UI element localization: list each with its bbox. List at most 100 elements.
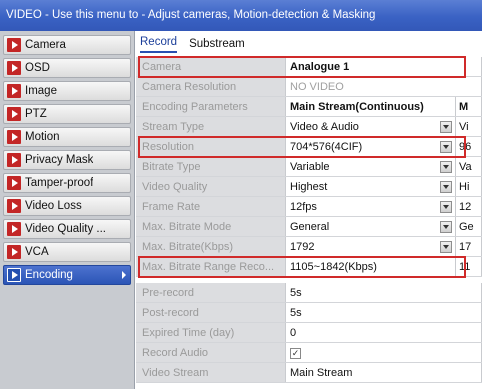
video-quality-select[interactable]: Highest xyxy=(286,177,456,196)
sidebar-item-label: Tamper-proof xyxy=(25,177,94,189)
sidebar-item-label: VCA xyxy=(25,246,49,258)
max-bitrate-select[interactable]: 1792 xyxy=(286,237,456,256)
chevron-down-icon[interactable] xyxy=(440,221,452,233)
window-title: VIDEO - Use this menu to - Adjust camera… xyxy=(0,0,482,31)
camera-select[interactable]: Analogue 1 xyxy=(286,57,482,76)
row-frame-rate: Frame Rate 12fps 12 xyxy=(136,197,482,217)
sidebar-item-osd[interactable]: OSD xyxy=(3,58,131,78)
sidebar-item-image[interactable]: Image xyxy=(3,81,131,101)
tab-bar: Record Substream xyxy=(136,31,482,53)
row-max-bitrate-range: Max. Bitrate Range Reco... 1105~1842(Kbp… xyxy=(136,256,482,278)
frame-rate-label: Frame Rate xyxy=(136,197,286,216)
sidebar-item-label: Privacy Mask xyxy=(25,154,94,166)
row-expired-time: Expired Time (day) 0 xyxy=(136,323,482,343)
chevron-right-icon xyxy=(7,107,21,121)
video-quality-label: Video Quality xyxy=(136,177,286,196)
record-audio-checkbox[interactable]: ✓ xyxy=(290,348,301,359)
sidebar-item-ptz[interactable]: PTZ xyxy=(3,104,131,124)
sidebar-item-camera[interactable]: Camera xyxy=(3,35,131,55)
chevron-right-icon xyxy=(7,130,21,144)
sidebar-item-label: Camera xyxy=(25,39,66,51)
tab-substream[interactable]: Substream xyxy=(189,38,245,53)
expired-time-input[interactable]: 0 xyxy=(286,323,482,342)
bitrate-type-label: Bitrate Type xyxy=(136,157,286,176)
post-record-label: Post-record xyxy=(136,303,286,322)
resolution-select[interactable]: 704*576(4CIF) xyxy=(286,137,456,156)
chevron-right-icon xyxy=(7,176,21,190)
caret-right-icon xyxy=(122,271,126,279)
bitrate-type-select[interactable]: Variable xyxy=(286,157,456,176)
encoding-parameters-label: Encoding Parameters xyxy=(136,97,286,116)
video-stream-select[interactable]: Main Stream xyxy=(286,363,482,382)
expired-time-label: Expired Time (day) xyxy=(136,323,286,342)
video-stream-label: Video Stream xyxy=(136,363,286,382)
resolution-label: Resolution xyxy=(136,137,286,156)
chevron-down-icon[interactable] xyxy=(440,121,452,133)
chevron-right-icon xyxy=(7,153,21,167)
row-video-quality: Video Quality Highest Hi xyxy=(136,177,482,197)
sidebar-item-label: Motion xyxy=(25,131,60,143)
video-quality-extra[interactable]: Hi xyxy=(456,177,482,196)
encoding-form: Camera Analogue 1 Camera Resolution NO V… xyxy=(136,56,482,383)
max-bitrate-mode-select[interactable]: General xyxy=(286,217,456,236)
camera-resolution-label: Camera Resolution xyxy=(136,77,286,96)
sidebar-item-privacy-mask[interactable]: Privacy Mask xyxy=(3,150,131,170)
chevron-right-icon xyxy=(7,222,21,236)
frame-rate-extra[interactable]: 12 xyxy=(456,197,482,216)
row-camera: Camera Analogue 1 xyxy=(136,56,482,78)
chevron-right-icon xyxy=(7,245,21,259)
resolution-extra[interactable]: 96 xyxy=(456,137,482,156)
chevron-right-icon xyxy=(7,61,21,75)
stream-type-extra[interactable]: Vi xyxy=(456,117,482,136)
row-video-stream: Video Stream Main Stream xyxy=(136,363,482,383)
row-stream-type: Stream Type Video & Audio Vi xyxy=(136,117,482,137)
encoding-parameters-main: Main Stream(Continuous) xyxy=(286,97,456,116)
sidebar-item-video-quality[interactable]: Video Quality ... xyxy=(3,219,131,239)
pre-record-select[interactable]: 5s xyxy=(286,283,482,302)
sidebar: Camera OSD Image PTZ Motion Privacy Mask… xyxy=(0,31,135,389)
row-max-bitrate-mode: Max. Bitrate Mode General Ge xyxy=(136,217,482,237)
chevron-right-icon xyxy=(7,268,21,282)
sidebar-item-tamper-proof[interactable]: Tamper-proof xyxy=(3,173,131,193)
camera-resolution-value: NO VIDEO xyxy=(286,77,482,96)
max-bitrate-extra[interactable]: 17 xyxy=(456,237,482,256)
max-bitrate-mode-extra[interactable]: Ge xyxy=(456,217,482,236)
post-record-select[interactable]: 5s xyxy=(286,303,482,322)
chevron-down-icon[interactable] xyxy=(440,161,452,173)
stream-type-value: Video & Audio xyxy=(290,121,359,133)
frame-rate-select[interactable]: 12fps xyxy=(286,197,456,216)
sidebar-item-label: Encoding xyxy=(25,269,73,281)
sidebar-item-label: Video Quality ... xyxy=(25,223,106,235)
main-panel: Record Substream Camera Analogue 1 Camer… xyxy=(136,31,482,389)
row-max-bitrate: Max. Bitrate(Kbps) 1792 17 xyxy=(136,237,482,257)
row-encoding-parameters: Encoding Parameters Main Stream(Continuo… xyxy=(136,97,482,117)
stream-type-label: Stream Type xyxy=(136,117,286,136)
max-bitrate-value: 1792 xyxy=(290,241,315,253)
row-bitrate-type: Bitrate Type Variable Va xyxy=(136,157,482,177)
max-bitrate-range-label: Max. Bitrate Range Reco... xyxy=(136,257,286,276)
stream-type-select[interactable]: Video & Audio xyxy=(286,117,456,136)
bitrate-type-extra[interactable]: Va xyxy=(456,157,482,176)
sidebar-item-video-loss[interactable]: Video Loss xyxy=(3,196,131,216)
row-post-record: Post-record 5s xyxy=(136,303,482,323)
row-pre-record: Pre-record 5s xyxy=(136,283,482,303)
sidebar-item-label: Video Loss xyxy=(25,200,82,212)
sidebar-item-label: Image xyxy=(25,85,57,97)
row-resolution: Resolution 704*576(4CIF) 96 xyxy=(136,136,482,158)
encoding-parameters-extra: M xyxy=(456,97,482,116)
sidebar-item-encoding[interactable]: Encoding xyxy=(3,265,131,285)
chevron-down-icon[interactable] xyxy=(440,241,452,253)
tab-record[interactable]: Record xyxy=(140,36,178,53)
max-bitrate-mode-label: Max. Bitrate Mode xyxy=(136,217,286,236)
sidebar-item-motion[interactable]: Motion xyxy=(3,127,131,147)
chevron-down-icon[interactable] xyxy=(440,141,452,153)
row-camera-resolution: Camera Resolution NO VIDEO xyxy=(136,77,482,97)
chevron-right-icon xyxy=(7,199,21,213)
pre-record-label: Pre-record xyxy=(136,283,286,302)
chevron-down-icon[interactable] xyxy=(440,201,452,213)
bitrate-type-value: Variable xyxy=(290,161,330,173)
max-bitrate-range-value: 1105~1842(Kbps) xyxy=(286,257,456,276)
sidebar-item-vca[interactable]: VCA xyxy=(3,242,131,262)
chevron-down-icon[interactable] xyxy=(440,181,452,193)
row-record-audio: Record Audio ✓ xyxy=(136,343,482,363)
